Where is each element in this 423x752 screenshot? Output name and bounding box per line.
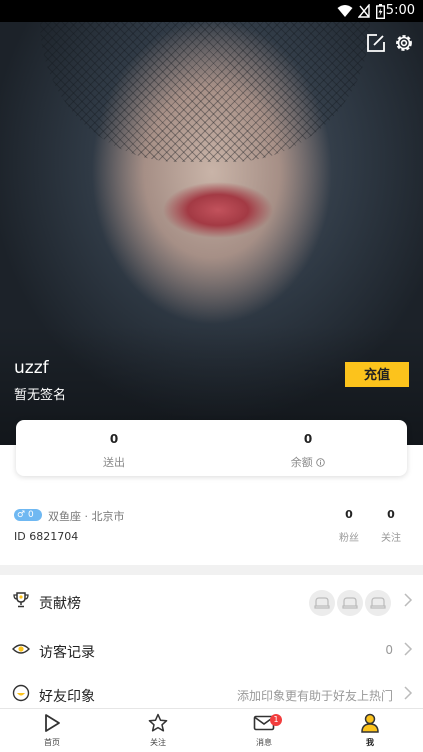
male-icon: ♂ <box>17 510 26 520</box>
gender-age-badge: ♂ 0 <box>14 509 42 521</box>
fans-stat[interactable]: 0 粉丝 <box>329 508 369 544</box>
username: uzzf <box>14 358 49 378</box>
balance-stat[interactable]: 0 余额 <box>248 432 368 470</box>
menu-row-visitors[interactable]: 访客记录 0 <box>0 627 423 673</box>
eye-icon <box>12 644 30 654</box>
seat-placeholder-icon <box>309 590 335 616</box>
signature-text: 暂无签名 <box>14 388 67 403</box>
messages-unread-badge: 1 <box>270 714 282 726</box>
profile-cover-image[interactable]: uzzf 暂无签名 充值 <box>0 22 423 445</box>
smile-icon <box>12 684 30 702</box>
edit-icon[interactable] <box>365 32 387 54</box>
visitors-label: 访客记录 <box>39 645 95 661</box>
nav-me[interactable]: 我 <box>340 713 400 748</box>
settings-gear-icon[interactable] <box>393 32 415 54</box>
nav-messages[interactable]: 1 消息 <box>234 713 294 748</box>
zodiac-location: 双鱼座 · 北京市 <box>48 510 125 523</box>
fans-label: 粉丝 <box>339 533 359 544</box>
sent-stat[interactable]: 0 送出 <box>54 432 174 470</box>
person-icon <box>361 713 379 733</box>
status-bar: 5:00 <box>0 0 423 22</box>
chevron-right-icon <box>404 686 413 700</box>
user-id: ID 6821704 <box>14 530 79 543</box>
sent-label: 送出 <box>103 456 125 469</box>
sent-value: 0 <box>109 432 119 446</box>
stats-card: 0 送出 0 余额 <box>16 420 407 476</box>
no-signal-icon <box>358 4 370 18</box>
nav-me-label: 我 <box>366 738 374 747</box>
nav-follow[interactable]: 关注 <box>128 713 188 748</box>
menu-row-contribution[interactable]: 贡献榜 <box>0 578 423 624</box>
impression-label: 好友印象 <box>39 689 95 705</box>
chevron-right-icon <box>404 642 413 656</box>
chevron-right-icon <box>404 593 413 607</box>
section-divider <box>0 565 423 575</box>
play-icon <box>45 714 60 732</box>
star-icon <box>148 713 168 732</box>
nav-home[interactable]: 首页 <box>22 713 82 748</box>
seat-placeholder-icon <box>365 590 391 616</box>
bottom-navigation: 首页 关注 1 消息 我 <box>0 708 423 752</box>
battery-icon <box>376 4 385 19</box>
balance-value: 0 <box>303 432 313 446</box>
balance-label-text: 余额 <box>290 456 313 469</box>
balance-label: 余额 <box>248 454 368 470</box>
wifi-icon <box>337 5 353 17</box>
seat-placeholder-icon <box>337 590 363 616</box>
nav-home-label: 首页 <box>44 738 60 747</box>
fans-value: 0 <box>345 508 353 521</box>
cover-veil-texture <box>40 22 370 162</box>
following-stat[interactable]: 0 关注 <box>371 508 411 544</box>
recharge-button[interactable]: 充值 <box>345 362 409 387</box>
clock-time: 5:00 <box>385 3 415 18</box>
nav-messages-label: 消息 <box>256 738 272 747</box>
nav-follow-label: 关注 <box>150 738 166 747</box>
impression-hint: 添加印象更有助于好友上热门 <box>236 689 393 703</box>
visitors-count: 0 <box>385 643 393 657</box>
trophy-icon <box>13 592 29 608</box>
contribution-label: 贡献榜 <box>39 596 81 612</box>
following-label: 关注 <box>381 533 401 544</box>
following-value: 0 <box>387 508 395 521</box>
gender-badge-value: 0 <box>27 510 34 520</box>
info-circle-icon[interactable] <box>316 458 325 467</box>
